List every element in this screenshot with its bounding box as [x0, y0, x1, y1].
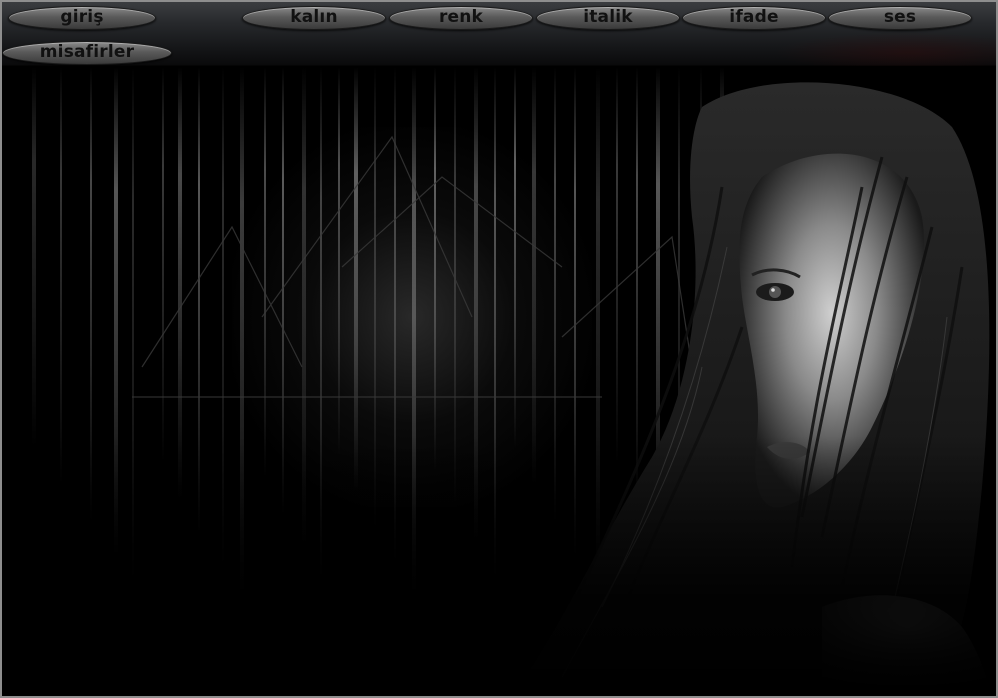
- nav-button-giris[interactable]: giriş: [8, 6, 156, 30]
- nav-label-giris: giriş: [60, 7, 104, 27]
- nav-label-ifade: ifade: [729, 7, 779, 27]
- nav-label-ses: ses: [883, 7, 917, 27]
- nav-button-ses[interactable]: ses: [828, 6, 972, 30]
- ship-rigging: [132, 135, 693, 398]
- nav-button-ifade[interactable]: ifade: [682, 6, 826, 30]
- nav-label-italik: italik: [583, 7, 633, 27]
- nav-button-misafirler[interactable]: misafirler: [2, 41, 172, 65]
- nav-label-renk: renk: [438, 7, 484, 27]
- nav-button-kalin[interactable]: kalın: [242, 6, 386, 30]
- top-nav-bar: giriş kalın renk italik ifade ses misafi…: [2, 2, 996, 66]
- hero-image: [2, 67, 996, 696]
- page-frame: giriş kalın renk italik ifade ses misafi…: [0, 0, 998, 698]
- nav-button-renk[interactable]: renk: [389, 6, 533, 30]
- nav-label-misafirler: misafirler: [39, 42, 135, 62]
- bottom-fade: [2, 436, 996, 696]
- nav-label-kalin: kalın: [290, 7, 338, 27]
- nav-button-italik[interactable]: italik: [536, 6, 680, 30]
